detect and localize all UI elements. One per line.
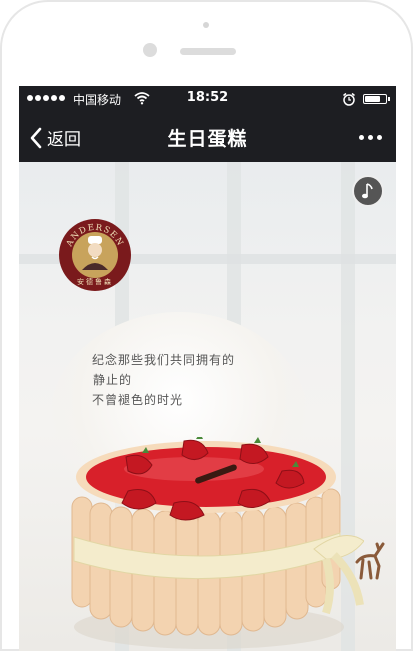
slogan-text: 纪念那些我们共同拥有的 静止的 不曾褪色的时光 xyxy=(92,350,235,410)
earpiece-dot xyxy=(203,22,209,28)
music-toggle-button[interactable] xyxy=(352,175,384,207)
phone-frame: 中国移动 18:52 返回 生日蛋糕 ANDERSEN 安德鲁森 纪念那些我们共… xyxy=(0,0,413,651)
battery-icon xyxy=(363,94,390,104)
page-title: 生日蛋糕 xyxy=(167,128,248,150)
svg-text:安德鲁森: 安德鲁森 xyxy=(77,277,113,286)
alarm-icon xyxy=(343,92,355,106)
music-note-icon xyxy=(362,183,373,199)
slogan-line-1: 纪念那些我们共同拥有的 xyxy=(92,353,236,367)
more-options-button[interactable] xyxy=(359,135,382,140)
status-bar: 中国移动 18:52 xyxy=(19,86,396,112)
slogan-line-3: 不曾褪色的时光 xyxy=(92,393,184,407)
clock-time: 18:52 xyxy=(186,90,229,105)
slogan-line-2: 静止的 xyxy=(93,373,133,387)
speaker-grille xyxy=(180,48,236,55)
navigation-bar: 返回 生日蛋糕 xyxy=(19,112,396,162)
banner-content: ANDERSEN 安德鲁森 纪念那些我们共同拥有的 静止的 不曾褪色的时光 xyxy=(19,162,396,651)
screen: 中国移动 18:52 返回 生日蛋糕 ANDERSEN 安德鲁森 纪念那些我们共… xyxy=(19,86,396,651)
front-camera xyxy=(143,43,157,57)
andersen-logo: ANDERSEN 安德鲁森 xyxy=(59,219,131,291)
strawberry-cake-image xyxy=(71,437,364,649)
